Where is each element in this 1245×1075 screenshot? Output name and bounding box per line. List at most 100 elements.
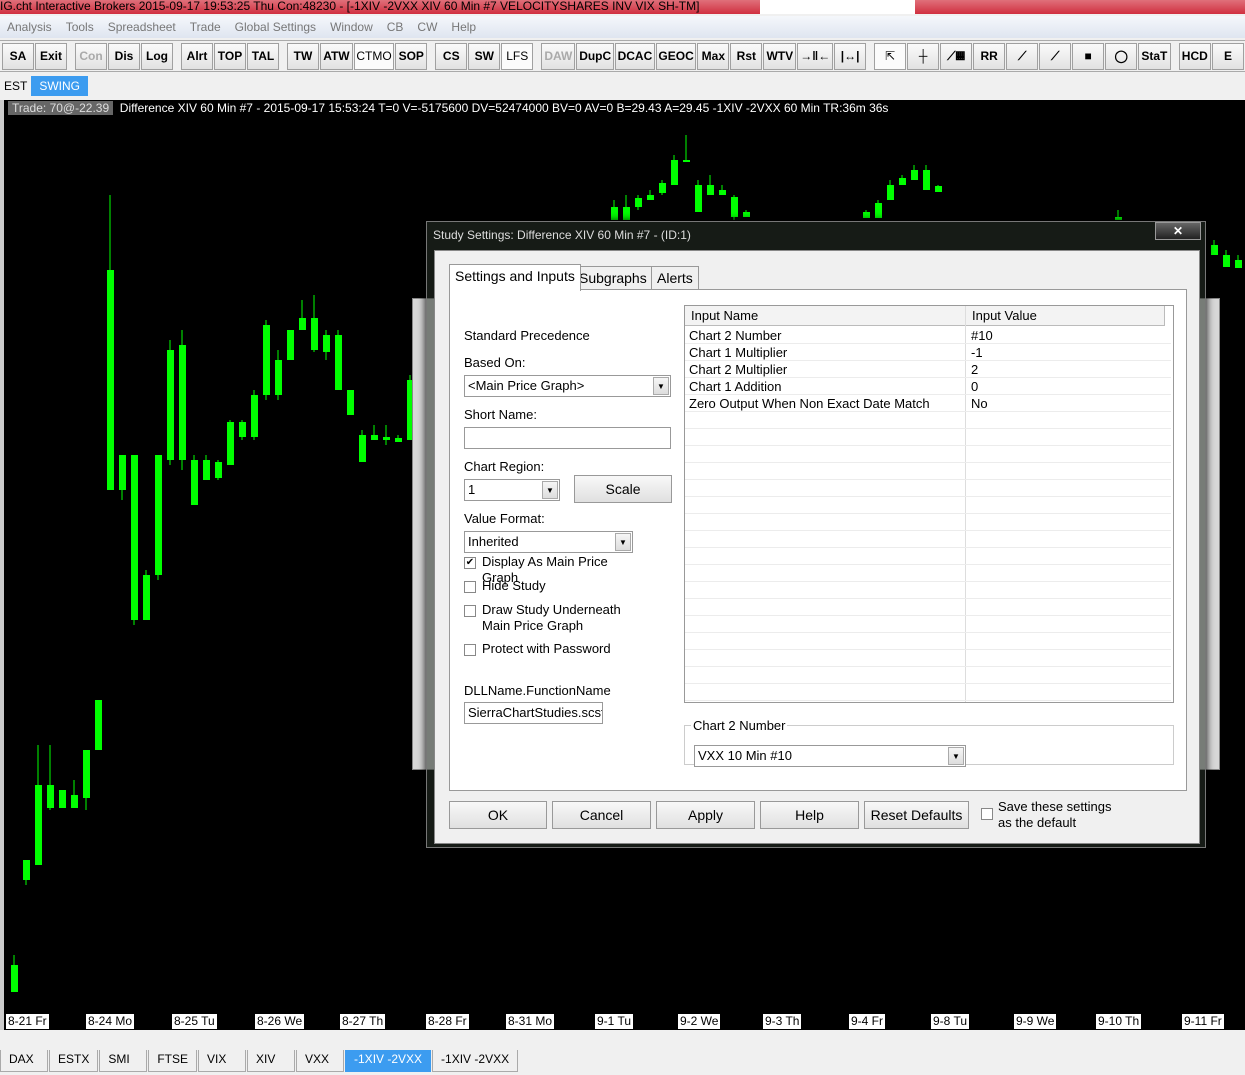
input-value-cell[interactable]: No	[971, 395, 988, 412]
toolbar-button-exit[interactable]: Exit	[35, 42, 67, 70]
toolbar-button-dis[interactable]: Dis	[108, 42, 140, 70]
toolbar-button-con[interactable]: Con	[75, 42, 107, 70]
toolbar-button-sop[interactable]: SOP	[395, 42, 428, 70]
ok-button[interactable]: OK	[449, 801, 547, 829]
column-header-input-value[interactable]: Input Value	[966, 306, 1165, 326]
scale-button[interactable]: Scale	[574, 475, 672, 503]
toolbar-button-top[interactable]: TOP	[214, 42, 246, 70]
table-row[interactable]	[685, 667, 1171, 684]
toolbar-button-ctmo[interactable]: CTMO	[353, 42, 395, 70]
pointer-button[interactable]: ⇱	[874, 42, 907, 70]
table-row[interactable]: Chart 2 Number #10	[685, 327, 1171, 344]
table-row[interactable]	[685, 446, 1171, 463]
menu-item-cw[interactable]: CW	[410, 16, 444, 38]
toolbar-button-sa[interactable]: SA	[2, 42, 34, 70]
chartbook-tab-est[interactable]: EST	[0, 76, 31, 96]
line-tool-button[interactable]: ⟋	[1006, 42, 1039, 70]
table-row[interactable]	[685, 463, 1171, 480]
checkbox[interactable]: ✔	[464, 557, 476, 569]
crosshair-button[interactable]: ┼	[907, 42, 940, 70]
toolbar-button-alrt[interactable]: Alrt	[181, 42, 213, 70]
chart-tab[interactable]: -1XIV -2VXX	[432, 1050, 519, 1072]
save-default-checkbox[interactable]	[981, 808, 993, 820]
chart-tab[interactable]: DAX	[0, 1050, 48, 1072]
table-row[interactable]: Chart 1 Multiplier -1	[685, 344, 1171, 361]
compress-bars-button[interactable]: →‖←	[797, 42, 834, 70]
table-row[interactable]	[685, 599, 1171, 616]
menu-item-global-settings[interactable]: Global Settings	[228, 16, 323, 38]
toolbar-button-e[interactable]: E	[1211, 42, 1244, 70]
chart-tab[interactable]: VXX	[296, 1050, 345, 1072]
ray-tool-button[interactable]: ⟋	[1039, 42, 1072, 70]
table-row[interactable]	[685, 650, 1171, 667]
chart-tab[interactable]: ESTX	[49, 1050, 99, 1072]
chart-region-select[interactable]: 1 ▼	[464, 479, 560, 501]
chart-tab[interactable]: -1XIV -2VXX	[345, 1050, 432, 1072]
toolbar-button-dupc[interactable]: DupC	[576, 42, 614, 70]
menu-item-window[interactable]: Window	[323, 16, 380, 38]
table-row[interactable]	[685, 565, 1171, 582]
rectangle-tool-button[interactable]: ■	[1072, 42, 1105, 70]
toolbar-button-stat[interactable]: StaT	[1138, 42, 1171, 70]
value-format-select[interactable]: Inherited ▼	[464, 531, 633, 553]
toolbar-button-max[interactable]: Max	[697, 42, 730, 70]
toolbar-button-dcac[interactable]: DCAC	[614, 42, 655, 70]
chart-tab[interactable]: SMI	[99, 1050, 148, 1072]
toolbar-button-lfs[interactable]: LFS	[501, 42, 534, 70]
tab-alerts[interactable]: Alerts	[651, 266, 699, 290]
table-row[interactable]	[685, 480, 1171, 497]
chart-tab[interactable]: VIX	[198, 1050, 247, 1072]
toolbar-button-sw[interactable]: SW	[468, 42, 501, 70]
input-value-cell[interactable]: #10	[971, 327, 993, 344]
chart2-number-select[interactable]: VXX 10 Min #10 ▼	[694, 745, 966, 767]
close-button[interactable]: ✕	[1155, 222, 1201, 240]
toolbar-button-log[interactable]: Log	[141, 42, 173, 70]
menu-item-trade[interactable]: Trade	[183, 16, 228, 38]
chartbook-tab-swing[interactable]: SWING	[31, 76, 89, 96]
table-row[interactable]	[685, 497, 1171, 514]
menu-item-cb[interactable]: CB	[380, 16, 411, 38]
table-row[interactable]	[685, 684, 1171, 701]
input-value-cell[interactable]: -1	[971, 344, 983, 361]
checkbox[interactable]	[464, 581, 476, 593]
toolbar-button-tw[interactable]: TW	[287, 42, 319, 70]
input-value-cell[interactable]: 2	[971, 361, 978, 378]
help-button[interactable]: Help	[760, 801, 859, 829]
table-row[interactable]	[685, 429, 1171, 446]
ellipse-tool-button[interactable]: ◯	[1105, 42, 1138, 70]
expand-bars-button[interactable]: |↔|	[834, 42, 867, 70]
based-on-select[interactable]: <Main Price Graph> ▼	[464, 375, 671, 397]
chart-tab[interactable]: FTSE	[148, 1050, 198, 1072]
checkbox[interactable]	[464, 644, 476, 656]
toolbar-button-hcd[interactable]: HCD	[1178, 42, 1211, 70]
reset-defaults-button[interactable]: Reset Defaults	[864, 801, 969, 829]
menu-item-help[interactable]: Help	[444, 16, 483, 38]
input-value-cell[interactable]: 0	[971, 378, 978, 395]
calculator-line-button[interactable]: ⟋▦	[940, 42, 973, 70]
table-row[interactable]	[685, 616, 1171, 633]
menu-item-spreadsheet[interactable]: Spreadsheet	[101, 16, 183, 38]
dll-input[interactable]: SierraChartStudies.scsf	[464, 702, 603, 724]
table-row[interactable]: Chart 1 Addition 0	[685, 378, 1171, 395]
tab-settings-and-inputs[interactable]: Settings and Inputs	[449, 264, 581, 291]
checkbox[interactable]	[464, 605, 476, 617]
toolbar-button-atw[interactable]: ATW	[320, 42, 353, 70]
tab-subgraphs[interactable]: Subgraphs	[573, 266, 653, 290]
toolbar-button-daw[interactable]: DAW	[541, 42, 576, 70]
chart-tab[interactable]: XIV	[247, 1050, 296, 1072]
table-row[interactable]: Zero Output When Non Exact Date Match No	[685, 395, 1171, 412]
toolbar-button-cs[interactable]: CS	[435, 42, 468, 70]
table-row[interactable]	[685, 633, 1171, 650]
table-row[interactable]: Chart 2 Multiplier 2	[685, 361, 1171, 378]
toolbar-button-wtv[interactable]: WTV	[763, 42, 797, 70]
apply-button[interactable]: Apply	[656, 801, 755, 829]
toolbar-button-geoc[interactable]: GEOC	[655, 42, 697, 70]
menu-item-tools[interactable]: Tools	[59, 16, 101, 38]
table-row[interactable]	[685, 531, 1171, 548]
toolbar-button-rst[interactable]: Rst	[730, 42, 763, 70]
table-row[interactable]	[685, 582, 1171, 599]
column-header-input-name[interactable]: Input Name	[685, 306, 966, 326]
menu-item-analysis[interactable]: Analysis	[0, 16, 59, 38]
table-row[interactable]	[685, 412, 1171, 429]
table-row[interactable]	[685, 514, 1171, 531]
